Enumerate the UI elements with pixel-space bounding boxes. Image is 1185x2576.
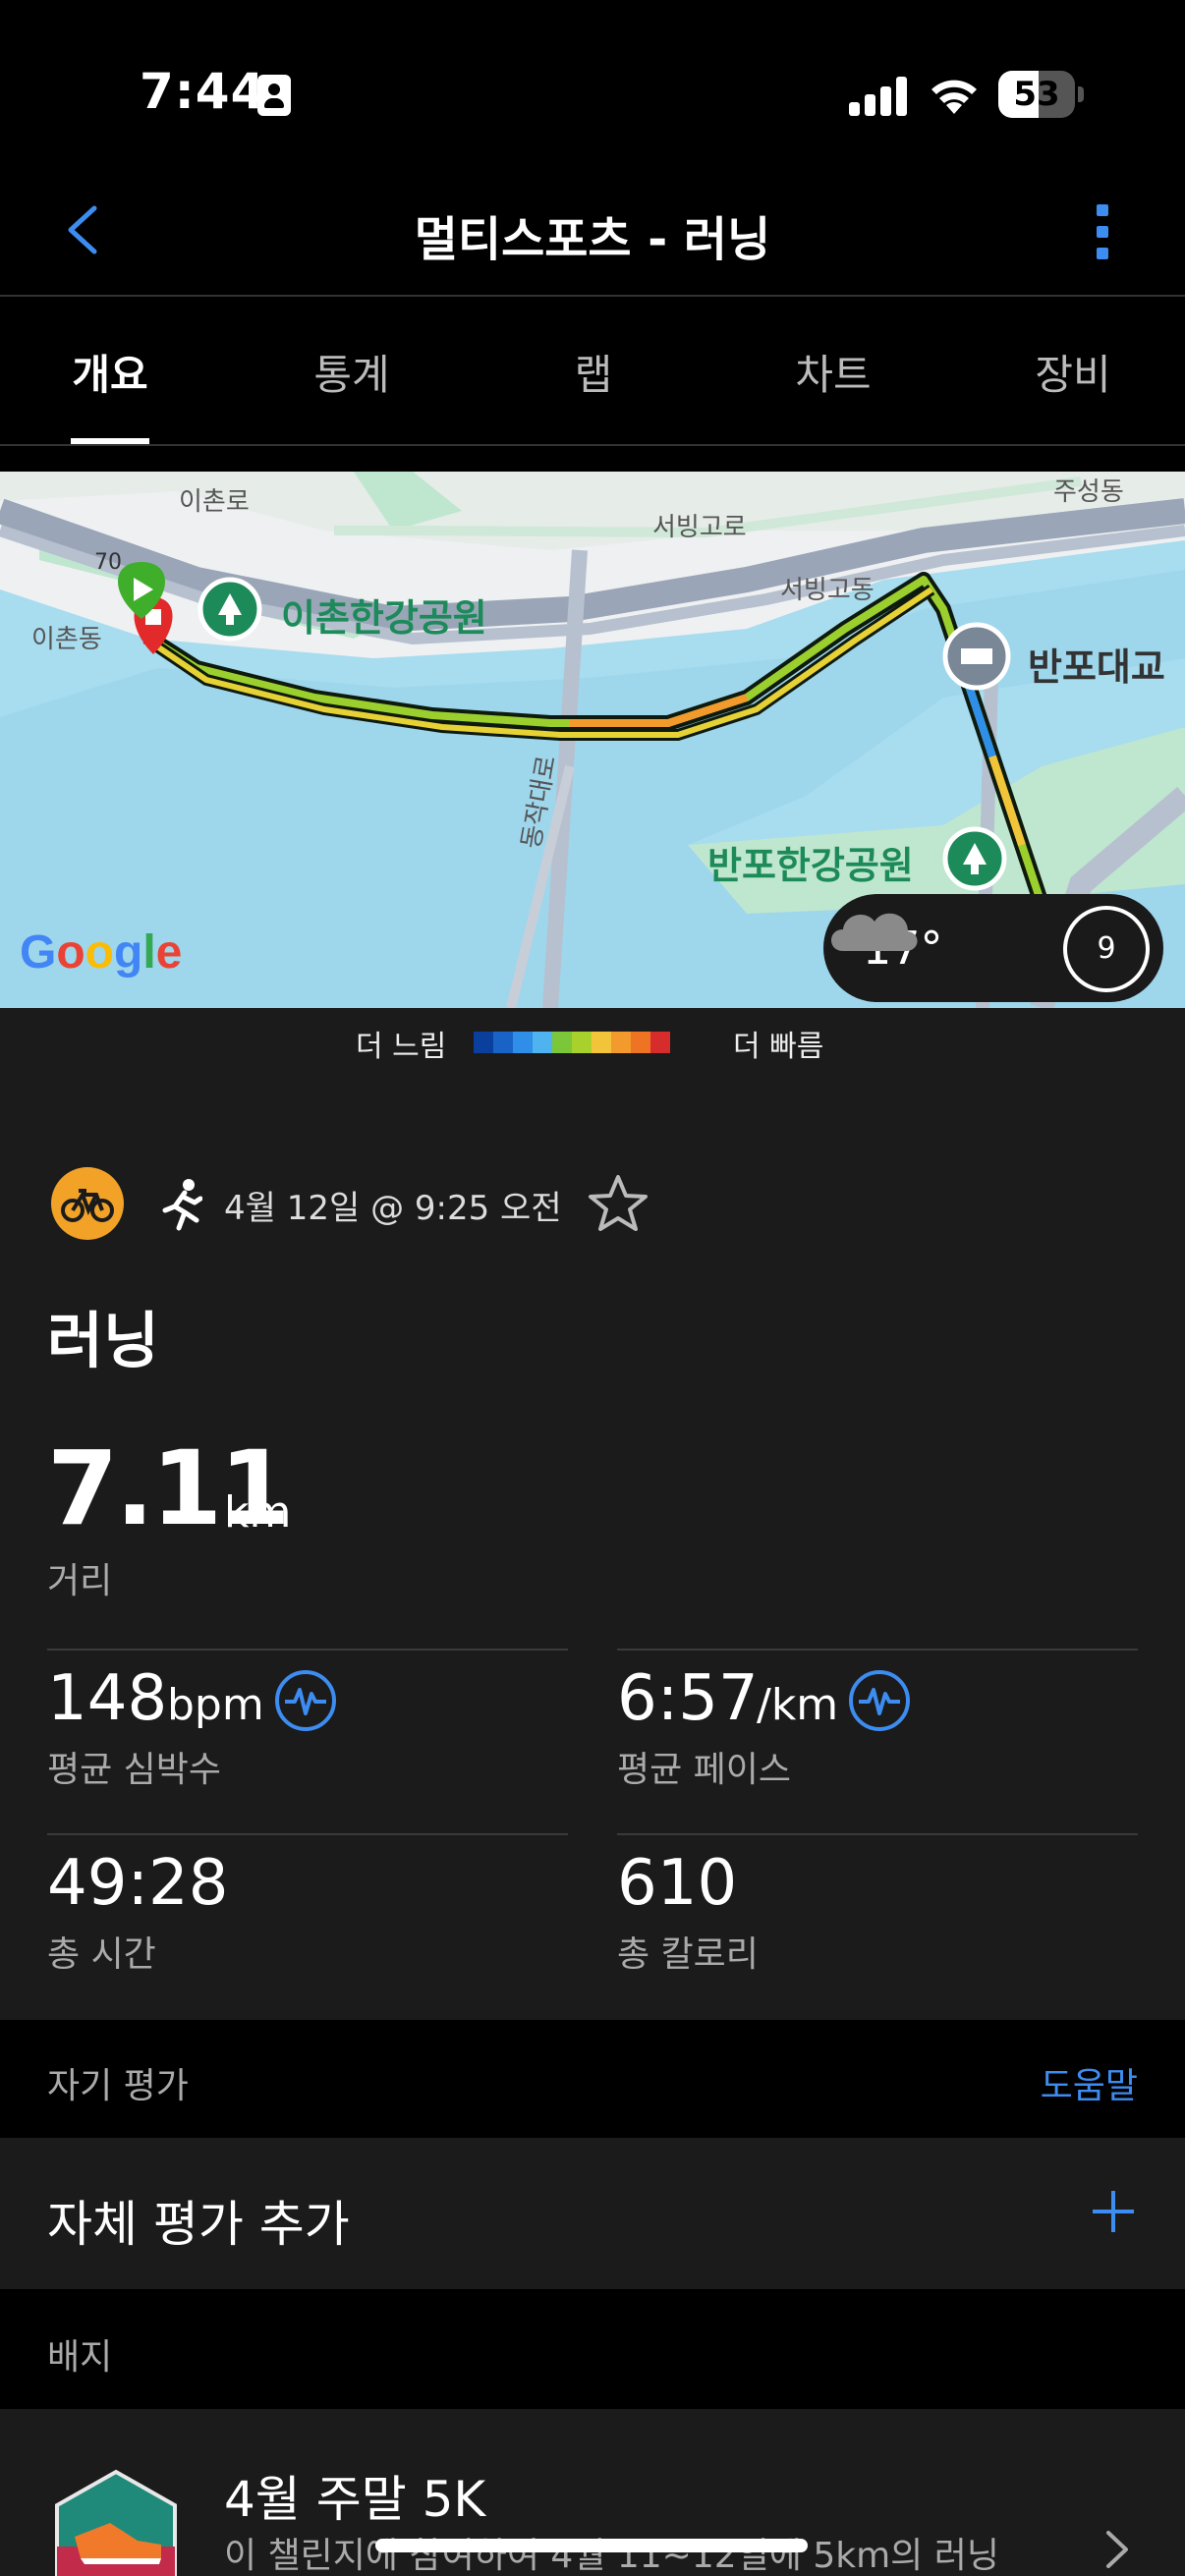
wifi-icon <box>931 80 977 114</box>
plus-icon[interactable] <box>1091 2189 1136 2234</box>
pace-color-swatch <box>533 1032 552 1053</box>
divider <box>617 1833 1138 1835</box>
wind-speed-value: 9 <box>1097 931 1116 966</box>
park-label-banpo: 반포한강공원 <box>707 844 914 887</box>
tab-laps[interactable]: 랩 <box>505 342 682 402</box>
distance-unit: km <box>224 1487 292 1538</box>
pace-color-swatch <box>650 1032 670 1053</box>
divider <box>47 1649 568 1651</box>
map-label-seobinggoro: 서빙고로 <box>652 513 747 542</box>
map-label-ichonro: 이촌로 <box>179 487 250 517</box>
tab-bar: 개요 통계 랩 차트 장비 <box>0 299 1185 446</box>
status-bar: 7:44 53 <box>0 0 1185 177</box>
pace-color-swatch <box>552 1032 572 1053</box>
star-favorite-icon[interactable] <box>586 1171 650 1236</box>
add-self-eval-label: 자체 평가 추가 <box>47 2196 350 2253</box>
pace-color-swatch <box>513 1032 533 1053</box>
bridge-label-banpo: 반포대교 <box>1028 645 1165 689</box>
avg-pace-unit: /km <box>757 1680 839 1730</box>
chevron-right-icon <box>1106 2531 1128 2568</box>
avg-heart-rate-value: 148 <box>47 1662 168 1735</box>
tab-overview[interactable]: 개요 <box>22 342 198 402</box>
route-map[interactable]: 이촌로 서빙고로 주성동 서빙고동 이촌동 동작대로 70 이촌한강공원 반포한… <box>0 472 1185 1008</box>
total-time-label: 총 시간 <box>47 1934 156 1975</box>
more-options-icon[interactable] <box>1089 202 1118 261</box>
pace-color-swatch <box>493 1032 513 1053</box>
map-label-ichondong: 이촌동 <box>31 625 102 654</box>
avg-heart-rate-unit: bpm <box>167 1680 264 1730</box>
weather-badge: 17° 9 <box>823 894 1163 1002</box>
map-label-seobinggodong: 서빙고동 <box>780 576 875 605</box>
pace-color-scale <box>474 1032 670 1053</box>
tab-gear[interactable]: 장비 <box>985 342 1161 402</box>
park-label-ichon: 이촌한강공원 <box>281 596 487 640</box>
badge-shoe-icon <box>55 2469 177 2576</box>
contact-card-icon <box>257 75 291 116</box>
pace-chart-icon[interactable] <box>849 1670 910 1731</box>
heart-rate-chart-icon[interactable] <box>275 1670 336 1731</box>
pace-color-swatch <box>572 1032 592 1053</box>
divider <box>47 1833 568 1835</box>
battery-icon: 53 <box>998 71 1084 118</box>
avg-heart-rate-label: 평균 심박수 <box>47 1750 222 1790</box>
calories-label: 총 칼로리 <box>617 1934 759 1975</box>
activity-date: 4월 12일 @ 9:25 오전 <box>224 1189 562 1228</box>
activity-name: 러닝 <box>47 1305 160 1376</box>
tab-charts[interactable]: 차트 <box>745 342 922 402</box>
wind-speed-icon: 9 <box>1063 906 1150 992</box>
avg-pace-value: 6:57 <box>617 1662 759 1735</box>
add-self-eval-row[interactable]: 자체 평가 추가 <box>0 2138 1185 2289</box>
activity-summary: 4월 12일 @ 9:25 오전 러닝 7.11 km 거리 148 bpm 평… <box>0 1077 1185 2020</box>
badges-section-title: 배지 <box>47 2337 113 2378</box>
google-logo: Google <box>20 926 183 979</box>
map-label-jusungdong: 주성동 <box>1053 477 1124 507</box>
distance-label: 거리 <box>47 1561 113 1601</box>
pace-color-swatch <box>631 1032 650 1053</box>
total-time-value: 49:28 <box>47 1847 229 1920</box>
tab-stats[interactable]: 통계 <box>263 342 440 402</box>
status-time: 7:44 <box>140 63 266 120</box>
map-label-road-70: 70 <box>94 550 122 575</box>
page-title: 멀티스포츠 - 러닝 <box>414 212 771 267</box>
home-indicator[interactable] <box>375 2539 808 2552</box>
legend-fast-label: 더 빠름 <box>733 1030 824 1064</box>
nav-bar: 멀티스포츠 - 러닝 <box>0 177 1185 297</box>
help-link[interactable]: 도움말 <box>1041 2057 1138 2108</box>
self-eval-header: 자기 평가 도움말 <box>0 2020 1185 2138</box>
avg-pace-label: 평균 페이스 <box>617 1750 792 1790</box>
active-tab-indicator <box>71 438 149 444</box>
running-icon <box>162 1179 202 1231</box>
bicycle-icon <box>51 1167 124 1240</box>
badges-header: 배지 <box>0 2291 1185 2409</box>
pace-color-swatch <box>592 1032 611 1053</box>
pace-color-swatch <box>611 1032 631 1053</box>
pace-legend: 더 느림 더 빠름 <box>0 1008 1185 1077</box>
divider <box>617 1649 1138 1651</box>
battery-percent: 53 <box>1013 75 1060 114</box>
calories-value: 610 <box>617 1847 738 1920</box>
cellular-signal-icon <box>849 77 908 116</box>
cloud-icon <box>831 913 918 951</box>
self-eval-section-title: 자기 평가 <box>47 2066 189 2106</box>
legend-slow-label: 더 느림 <box>356 1030 447 1064</box>
pace-color-swatch <box>474 1032 493 1053</box>
badge-title: 4월 주말 5K <box>224 2471 486 2528</box>
